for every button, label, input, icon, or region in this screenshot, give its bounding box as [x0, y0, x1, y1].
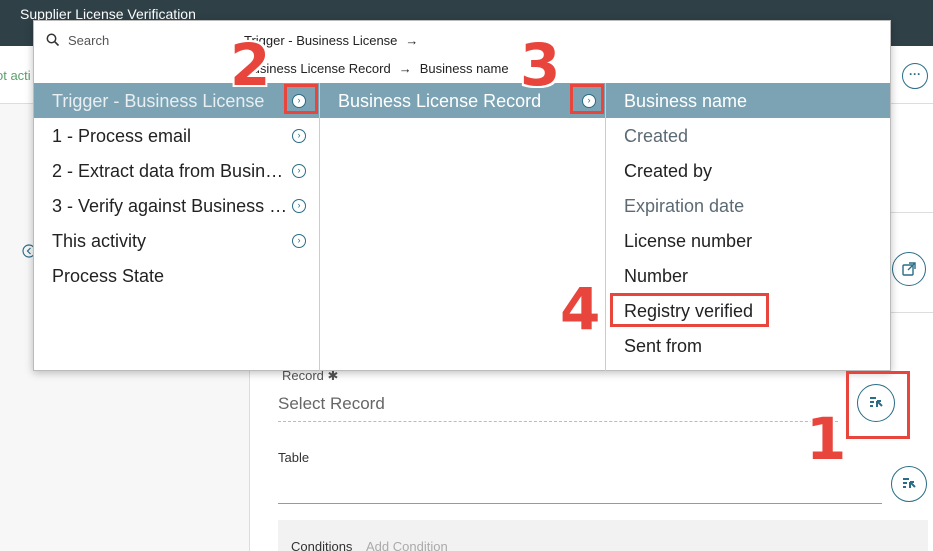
picker-search-row: Search Trigger - Business License → Busin…: [34, 21, 890, 83]
annotation-number-3: 3: [520, 31, 561, 99]
picker-item[interactable]: Process State: [34, 258, 319, 293]
search-input[interactable]: Search: [68, 33, 109, 48]
search-icon: [46, 33, 60, 47]
status-text: ot acti: [0, 68, 31, 83]
annotation-number-4: 4: [560, 275, 601, 343]
table-field-label: Table: [278, 450, 310, 465]
picker-item[interactable]: 3 - Verify against Business Registry›: [34, 188, 319, 223]
breadcrumb: Business License Record → Business name: [244, 61, 509, 76]
picker-item[interactable]: Business name: [606, 83, 890, 118]
annotation-box-3: [570, 84, 604, 114]
picker-item[interactable]: Sent from: [606, 328, 890, 363]
annotation-box-4: [610, 293, 769, 327]
open-external-button[interactable]: [892, 252, 926, 286]
picker-item[interactable]: Trigger - Business License ›: [34, 83, 319, 118]
conditions-label: Conditions: [291, 539, 353, 551]
arrow-right-icon: →: [398, 61, 412, 76]
chevron-right-icon[interactable]: ›: [292, 129, 306, 143]
table-picker-button[interactable]: [891, 466, 927, 502]
picker-item[interactable]: Created: [606, 118, 890, 153]
add-condition-link[interactable]: Add Condition: [366, 539, 448, 551]
more-options-button[interactable]: ···: [902, 63, 928, 89]
arrow-right-icon: →: [405, 33, 419, 48]
picker-item[interactable]: 2 - Extract data from Business License›: [34, 153, 319, 188]
breadcrumb: Trigger - Business License →: [244, 33, 426, 48]
record-select-input[interactable]: Select Record: [278, 392, 838, 422]
annotation-box-1: [846, 371, 910, 439]
picker-item[interactable]: Expiration date: [606, 188, 890, 223]
picker-item[interactable]: 1 - Process email ›: [34, 118, 319, 153]
picker-column-sources: Trigger - Business License › 1 - Process …: [34, 83, 320, 371]
chevron-right-icon[interactable]: ›: [292, 199, 306, 213]
chevron-right-icon[interactable]: ›: [292, 234, 306, 248]
chevron-right-icon[interactable]: ›: [292, 164, 306, 178]
annotation-box-2: [284, 84, 318, 114]
table-input[interactable]: [278, 470, 882, 504]
picker-item[interactable]: Business License Record ›: [320, 83, 605, 118]
external-link-icon: [902, 262, 916, 276]
picker-item[interactable]: Number: [606, 258, 890, 293]
picker-item[interactable]: License number: [606, 223, 890, 258]
picker-column-fields: Business name Created Created by Expirat…: [606, 83, 890, 371]
breadcrumb-item[interactable]: Business name: [420, 61, 509, 76]
picker-item[interactable]: This activity ›: [34, 223, 319, 258]
picker-item[interactable]: Created by: [606, 153, 890, 188]
annotation-number-2: 2: [230, 31, 271, 99]
annotation-number-1: 1: [806, 405, 847, 473]
data-picker-icon: [903, 478, 916, 488]
